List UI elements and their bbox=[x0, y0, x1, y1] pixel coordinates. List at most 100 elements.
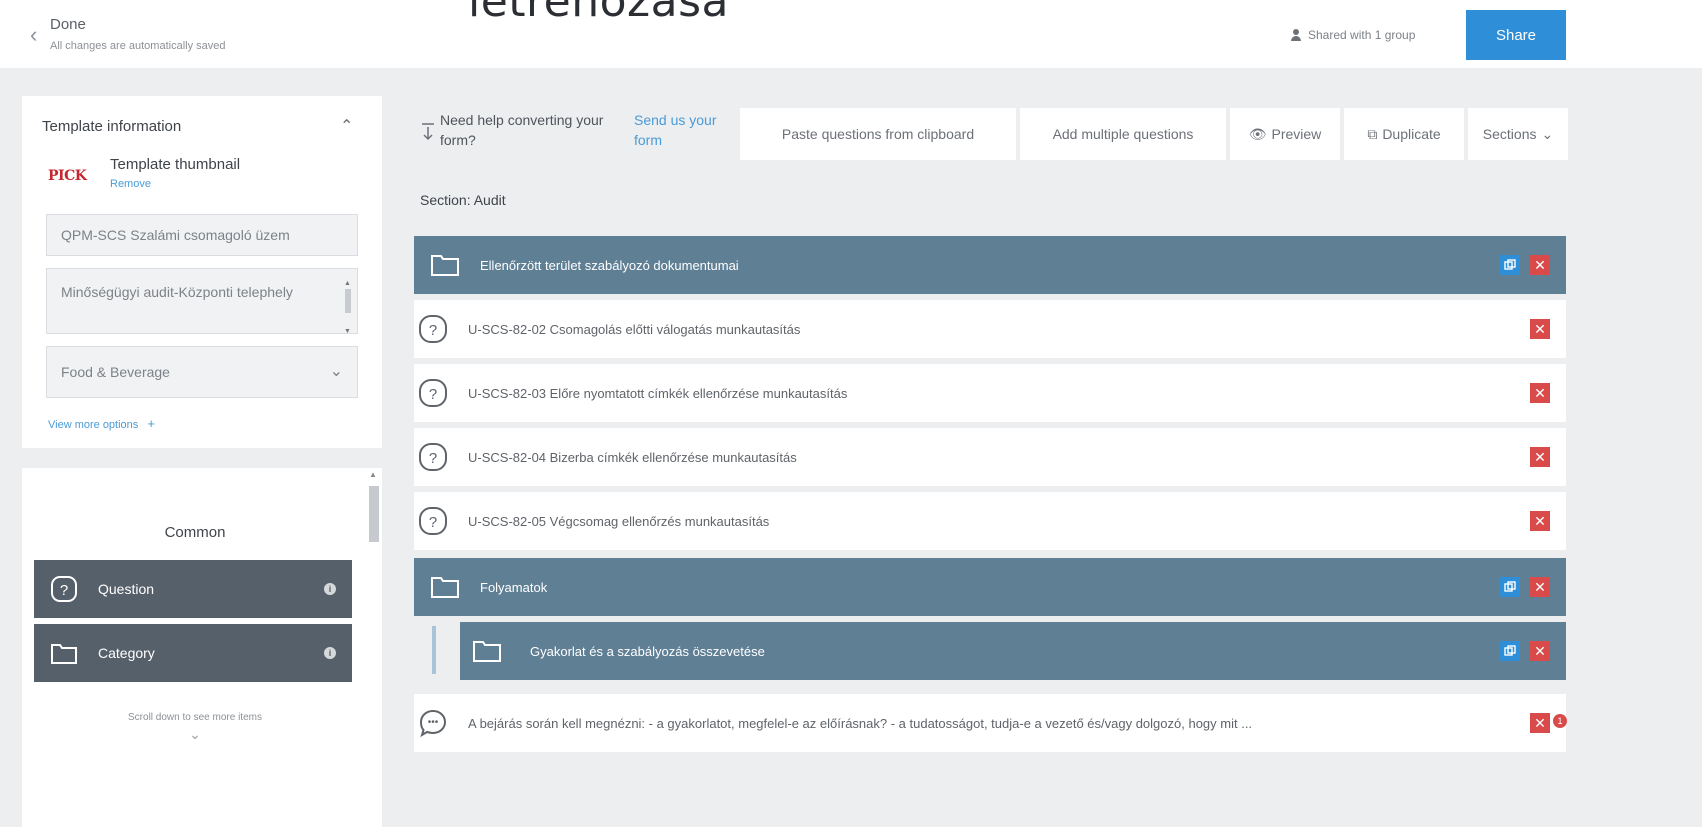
template-name-field[interactable]: QPM-SCS Szalámi csomagoló üzem bbox=[46, 214, 358, 256]
subcategory-title: Gyakorlat és a szabályozás összevetése bbox=[530, 643, 765, 659]
delete-icon[interactable]: ✕ bbox=[1530, 577, 1550, 597]
svg-text:•••: ••• bbox=[428, 717, 439, 728]
question-row[interactable]: ? U-SCS-82-04 Bizerba címkék ellenőrzése… bbox=[414, 428, 1566, 486]
description-scroll-thumb[interactable] bbox=[345, 289, 351, 313]
category-title: Folyamatok bbox=[480, 579, 548, 595]
scroll-hint: Scroll down to see more items bbox=[128, 712, 262, 723]
template-info-panel: Template information ⌃ PICK Template thu… bbox=[22, 96, 382, 448]
paste-questions-label: Paste questions from clipboard bbox=[781, 126, 975, 142]
folder-icon bbox=[473, 641, 501, 662]
duplicate-button[interactable]: ⧉ Duplicate bbox=[1344, 108, 1464, 160]
preview-label: Preview bbox=[1271, 126, 1322, 142]
add-multiple-questions-label: Add multiple questions bbox=[1052, 126, 1194, 142]
delete-icon[interactable]: ✕ bbox=[1530, 255, 1550, 275]
conversion-help: Need help converting your form? Send us … bbox=[416, 108, 736, 160]
delete-icon[interactable]: ✕ bbox=[1530, 319, 1550, 339]
question-icon: ? bbox=[419, 507, 447, 535]
shared-status-label: Shared with 1 group bbox=[1308, 28, 1416, 42]
svg-text:?: ? bbox=[60, 582, 68, 599]
instruction-text: A bejárás során kell megnézni: - a gyako… bbox=[468, 715, 1253, 731]
add-multiple-questions-button[interactable]: Add multiple questions bbox=[1020, 108, 1226, 160]
speech-bubble-icon: ••• bbox=[419, 709, 447, 738]
svg-text:?: ? bbox=[429, 450, 437, 467]
instruction-row[interactable]: ••• A bejárás során kell megnézni: - a g… bbox=[414, 694, 1566, 752]
question-icon: ? bbox=[419, 443, 447, 471]
preview-button[interactable]: 👁 Preview bbox=[1230, 108, 1340, 160]
copy-icon[interactable] bbox=[1500, 577, 1520, 597]
chevron-down-icon[interactable]: ⌄ bbox=[22, 726, 368, 743]
notification-badge: 1 bbox=[1553, 714, 1567, 728]
editor-toolbar: Need help converting your form? Send us … bbox=[404, 108, 1702, 160]
info-icon[interactable]: i bbox=[324, 583, 336, 595]
section-title: Section: Audit bbox=[420, 192, 506, 208]
category-row[interactable]: Ellenőrzött terület szabályozó dokumentu… bbox=[414, 236, 1566, 294]
template-description-field[interactable]: Minőségügyi audit-Központi telephely ▲ ▼ bbox=[46, 268, 358, 335]
copy-icon[interactable] bbox=[1500, 641, 1520, 661]
question-row[interactable]: ? U-SCS-82-02 Csomagolás előtti válogatá… bbox=[414, 300, 1566, 358]
template-info-heading: Template information bbox=[42, 118, 182, 135]
items-scroll-thumb[interactable] bbox=[369, 486, 379, 542]
scroll-up-arrow-icon[interactable]: ▲ bbox=[369, 470, 377, 479]
category-row[interactable]: Folyamatok bbox=[414, 558, 1566, 616]
delete-icon[interactable]: ✕ bbox=[1530, 447, 1550, 467]
info-icon[interactable]: i bbox=[324, 647, 336, 659]
industry-select[interactable]: Food & Beverage ⌄ bbox=[46, 346, 358, 398]
question-title: U-SCS-82-04 Bizerba címkék ellenőrzése m… bbox=[468, 449, 797, 465]
share-button[interactable]: Share bbox=[1466, 10, 1566, 60]
view-more-options-label: View more options bbox=[48, 419, 139, 431]
copy-icon[interactable] bbox=[1500, 255, 1520, 275]
svg-text:?: ? bbox=[429, 322, 437, 339]
eye-icon: 👁 bbox=[1248, 125, 1267, 142]
category-item-label: Category bbox=[98, 645, 155, 661]
person-icon bbox=[1290, 29, 1302, 41]
template-thumbnail-label: Template thumbnail bbox=[110, 156, 241, 173]
subcategory-row[interactable]: Gyakorlat és a szabályozás összevetése bbox=[460, 622, 1566, 680]
back-chevron-icon[interactable]: ‹ bbox=[30, 22, 37, 48]
collapse-chevron-icon[interactable]: ⌃ bbox=[340, 116, 353, 136]
question-row[interactable]: ? U-SCS-82-03 Előre nyomtatott címkék el… bbox=[414, 364, 1566, 422]
svg-text:?: ? bbox=[429, 386, 437, 403]
question-icon: ? bbox=[419, 315, 447, 343]
folder-icon bbox=[431, 255, 459, 276]
question-item-label: Question bbox=[98, 581, 155, 597]
folder-icon bbox=[51, 644, 77, 664]
delete-icon[interactable]: ✕ bbox=[1530, 641, 1550, 661]
nesting-indicator bbox=[432, 626, 436, 674]
duplicate-icon: ⧉ bbox=[1367, 125, 1378, 142]
question-icon: ? bbox=[419, 379, 447, 407]
template-description-text: Minőségügyi audit-Központi telephely bbox=[61, 284, 293, 300]
svg-text:?: ? bbox=[429, 514, 437, 531]
chevron-down-icon: ⌄ bbox=[1541, 125, 1554, 142]
delete-icon[interactable]: ✕ bbox=[1530, 511, 1550, 531]
description-scrollbar[interactable]: ▲ ▼ bbox=[343, 275, 353, 335]
page-heading: létrehozása bbox=[468, 0, 729, 27]
remove-thumbnail-link[interactable]: Remove bbox=[110, 178, 151, 190]
sections-label: Sections bbox=[1482, 126, 1537, 142]
conversion-help-text: Need help converting your form? bbox=[440, 112, 604, 148]
done-button[interactable]: Done bbox=[50, 16, 86, 33]
items-panel-heading: Common bbox=[164, 524, 226, 541]
template-thumbnail-logo[interactable]: PICK bbox=[48, 168, 87, 184]
question-row[interactable]: ? U-SCS-82-05 Végcsomag ellenőrzés munka… bbox=[414, 492, 1566, 550]
delete-icon[interactable]: ✕ bbox=[1530, 383, 1550, 403]
question-icon: ? bbox=[51, 576, 77, 602]
sections-dropdown[interactable]: Sections ⌄ bbox=[1468, 108, 1568, 160]
category-title: Ellenőrzött terület szabályozó dokumentu… bbox=[480, 257, 739, 273]
paste-questions-button[interactable]: Paste questions from clipboard bbox=[740, 108, 1016, 160]
question-title: U-SCS-82-02 Csomagolás előtti válogatás … bbox=[468, 321, 801, 337]
shared-status[interactable]: Shared with 1 group bbox=[1290, 28, 1415, 42]
send-form-link[interactable]: Send us your form bbox=[634, 110, 744, 150]
folder-icon bbox=[431, 577, 459, 598]
scroll-down-arrow-icon[interactable]: ▼ bbox=[344, 321, 351, 343]
plus-icon: + bbox=[147, 416, 155, 431]
view-more-options-link[interactable]: View more options + bbox=[48, 416, 155, 431]
delete-icon[interactable]: ✕ bbox=[1530, 713, 1550, 733]
duplicate-label: Duplicate bbox=[1382, 126, 1441, 142]
category-item-tile[interactable]: Category i bbox=[34, 624, 352, 682]
industry-select-value: Food & Beverage bbox=[61, 364, 170, 380]
save-status: All changes are automatically saved bbox=[50, 40, 226, 52]
question-title: U-SCS-82-05 Végcsomag ellenőrzés munkaut… bbox=[468, 513, 770, 529]
download-icon bbox=[422, 123, 434, 141]
question-item-tile[interactable]: ? Question i bbox=[34, 560, 352, 618]
items-scrollbar[interactable]: ▲ bbox=[366, 470, 380, 730]
